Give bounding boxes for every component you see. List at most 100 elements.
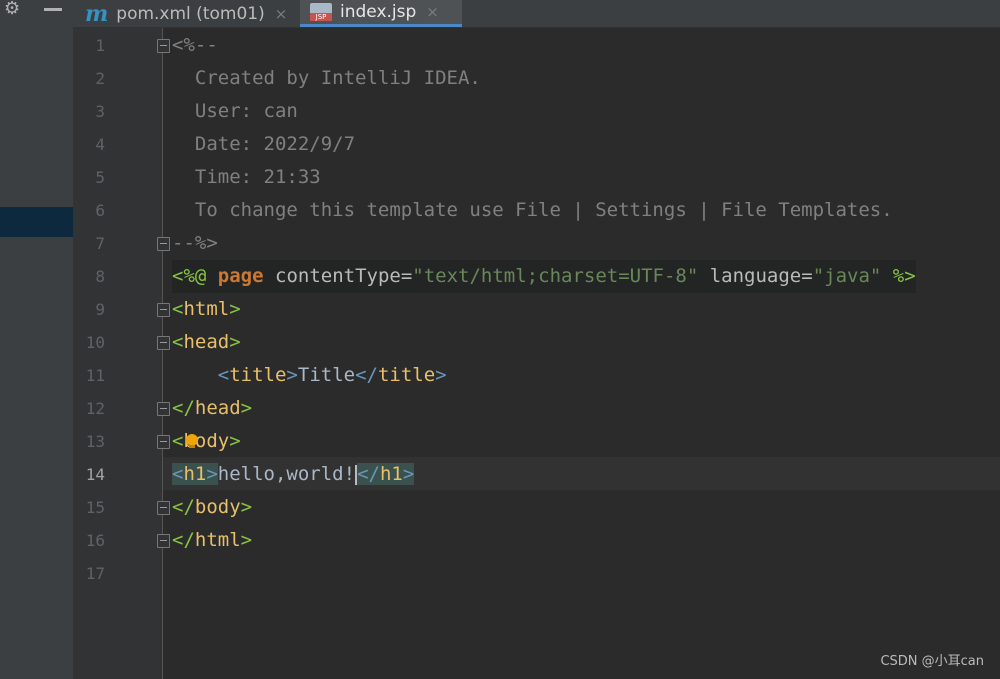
line-number: 6 bbox=[95, 201, 105, 220]
code-line-6: To change this template use File | Setti… bbox=[172, 199, 893, 221]
code-line-12: </head> bbox=[172, 392, 252, 425]
code-line-10: <head> bbox=[172, 326, 241, 359]
maven-m-icon: m bbox=[85, 0, 109, 27]
tag-bracket: > bbox=[286, 364, 298, 386]
code-line-14: <h1>hello,world! </h1> bbox=[172, 458, 415, 491]
editor-tab-bar: m pom.xml (tom01) × JSP index.jsp × bbox=[73, 0, 1000, 28]
tool-window-strip bbox=[0, 0, 73, 679]
tag-text: Title bbox=[297, 364, 356, 386]
fold-marker-icon[interactable] bbox=[157, 336, 170, 350]
line-number: 1 bbox=[95, 36, 105, 55]
tag-bracket: > bbox=[229, 430, 241, 452]
line-number: 11 bbox=[85, 366, 105, 385]
directive-close: %> bbox=[892, 265, 916, 287]
lightbulb-base bbox=[189, 445, 195, 448]
tag-bracket: < bbox=[172, 430, 184, 452]
tag-name: html bbox=[194, 529, 241, 551]
project-tree-selection[interactable] bbox=[0, 207, 73, 237]
tag-bracket: </ bbox=[357, 463, 380, 485]
line-number: 3 bbox=[95, 102, 105, 121]
tag-bracket: > bbox=[229, 331, 241, 353]
line-number: 8 bbox=[95, 267, 105, 286]
lightbulb-icon[interactable] bbox=[186, 434, 198, 448]
jsp-badge: JSP bbox=[310, 13, 332, 21]
tag-name: head bbox=[194, 397, 241, 419]
attr-name: language bbox=[709, 265, 802, 287]
code-line-2: Created by IntelliJ IDEA. bbox=[172, 67, 481, 89]
tag-bracket: > bbox=[240, 397, 253, 419]
fold-marker-icon[interactable] bbox=[157, 534, 170, 548]
line-number: 14 bbox=[85, 465, 105, 484]
attr-value: "text/html;charset=UTF-8" bbox=[412, 265, 699, 287]
fold-marker-icon[interactable] bbox=[157, 303, 170, 317]
line-number: 9 bbox=[95, 300, 105, 319]
tag-name: body bbox=[194, 496, 241, 518]
code-line-13: <body> bbox=[172, 425, 241, 458]
tag-name: head bbox=[183, 331, 230, 353]
tag-name: title bbox=[229, 364, 287, 386]
tag-name: title bbox=[377, 364, 436, 386]
tag-bracket: </ bbox=[172, 496, 195, 518]
code-line-7: --%> bbox=[172, 232, 218, 254]
tag-bracket: > bbox=[240, 529, 253, 551]
directive-keyword: page bbox=[217, 265, 264, 287]
code-line-11: <title>Title</title> bbox=[172, 359, 447, 392]
tag-bracket: </ bbox=[355, 364, 378, 386]
tab-index-jsp[interactable]: JSP index.jsp × bbox=[300, 0, 462, 27]
tag-bracket: < bbox=[172, 331, 184, 353]
line-number: 7 bbox=[95, 234, 105, 253]
code-line-4: Date: 2022/9/7 bbox=[172, 133, 356, 155]
line-number: 4 bbox=[95, 135, 105, 154]
tag-bracket: </ bbox=[172, 529, 195, 551]
lightbulb-body bbox=[186, 434, 198, 445]
close-icon[interactable]: × bbox=[275, 5, 288, 23]
tag-bracket: < bbox=[172, 463, 184, 485]
tag-name: html bbox=[183, 298, 230, 320]
close-icon[interactable]: × bbox=[426, 3, 439, 21]
tag-bracket: < bbox=[217, 364, 230, 386]
fold-guide bbox=[162, 28, 163, 679]
attr-eq: = bbox=[801, 265, 813, 287]
line-number: 2 bbox=[95, 69, 105, 88]
tag-bracket: > bbox=[435, 364, 447, 386]
tab-pom-xml[interactable]: m pom.xml (tom01) × bbox=[85, 0, 287, 27]
code-line-15: </body> bbox=[172, 491, 252, 524]
fold-marker-icon[interactable] bbox=[157, 501, 170, 515]
code-line-5: Time: 21:33 bbox=[172, 166, 321, 188]
code-line-8: <%@ page contentType="text/html;charset=… bbox=[172, 260, 916, 293]
tag-bracket: > bbox=[240, 496, 253, 518]
fold-marker-icon[interactable] bbox=[157, 39, 170, 53]
tag-bracket: > bbox=[402, 463, 415, 485]
matched-close-tag: </h1> bbox=[357, 463, 415, 485]
line-number: 17 bbox=[85, 564, 105, 583]
code-line-3: User: can bbox=[172, 100, 298, 122]
matched-open-tag: <h1> bbox=[172, 463, 218, 485]
tag-bracket: </ bbox=[172, 397, 195, 419]
tag-name: h1 bbox=[183, 463, 207, 485]
tag-bracket: > bbox=[229, 298, 241, 320]
attr-eq: = bbox=[400, 265, 413, 287]
fold-marker-icon[interactable] bbox=[157, 237, 170, 251]
attr-value: "java" bbox=[812, 265, 882, 287]
fold-marker-icon[interactable] bbox=[157, 435, 170, 449]
line-number: 12 bbox=[85, 399, 105, 418]
tab-label: index.jsp bbox=[340, 2, 417, 22]
tag-name: h1 bbox=[379, 463, 403, 485]
line-number: 16 bbox=[85, 531, 105, 550]
line-number: 15 bbox=[85, 498, 105, 517]
tab-label: pom.xml (tom01) bbox=[116, 3, 265, 24]
line-number: 13 bbox=[85, 432, 105, 451]
tag-bracket: > bbox=[206, 463, 218, 485]
fold-marker-icon[interactable] bbox=[157, 402, 170, 416]
tag-text: hello,world! bbox=[217, 463, 356, 485]
code-line-9: <html> bbox=[172, 293, 241, 326]
tag-bracket: < bbox=[172, 298, 184, 320]
attr-name: contentType bbox=[275, 265, 401, 287]
watermark: CSDN @小耳can bbox=[880, 654, 984, 669]
code-line-16: </html> bbox=[172, 524, 252, 557]
hide-panel-icon[interactable] bbox=[44, 8, 62, 11]
directive-open: <%@ bbox=[172, 265, 207, 287]
gear-icon[interactable]: ⚙ bbox=[4, 0, 26, 20]
line-number: 5 bbox=[95, 168, 105, 187]
code-line-1: <%-- bbox=[172, 34, 218, 56]
